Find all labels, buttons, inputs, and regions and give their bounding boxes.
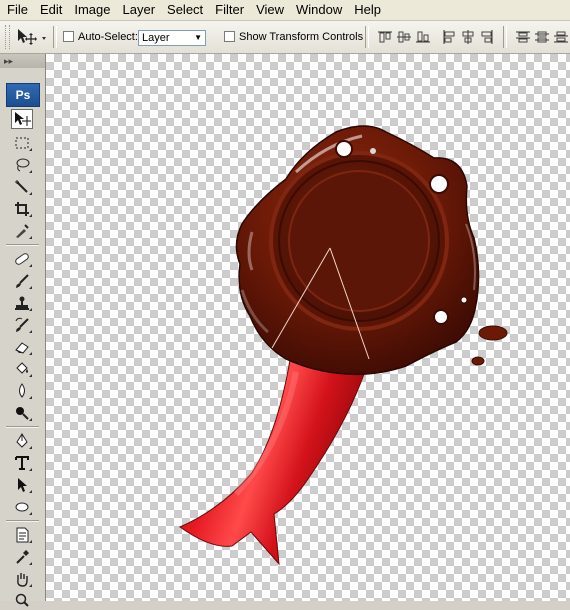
eyedropper-tool-2[interactable] bbox=[11, 547, 33, 567]
seal-hole bbox=[433, 309, 449, 325]
options-bar: Auto-Select: Layer ▼ Show Transform Cont… bbox=[0, 21, 570, 54]
eraser-icon bbox=[15, 342, 29, 354]
move-tool-icon bbox=[18, 29, 46, 45]
auto-select-label: Auto-Select: bbox=[78, 31, 138, 43]
menu-file[interactable]: File bbox=[0, 0, 34, 20]
magnifier-icon bbox=[15, 593, 29, 607]
type-icon bbox=[15, 456, 29, 470]
pen-icon bbox=[16, 433, 28, 448]
clone-stamp-tool[interactable] bbox=[11, 293, 33, 313]
history-brush-icon bbox=[15, 317, 29, 332]
eyedropper-icon bbox=[16, 550, 29, 564]
tool-preset-picker[interactable] bbox=[14, 27, 48, 47]
ribbon bbox=[178, 353, 365, 566]
document-canvas[interactable] bbox=[46, 54, 570, 601]
lasso-tool[interactable] bbox=[11, 155, 33, 175]
stamp-icon bbox=[15, 296, 29, 310]
marquee-tool[interactable] bbox=[11, 133, 33, 153]
grip-handle[interactable] bbox=[5, 25, 10, 49]
align-horizontal-centers-icon[interactable] bbox=[460, 29, 476, 45]
menu-window[interactable]: Window bbox=[290, 0, 348, 20]
brush-icon bbox=[16, 274, 29, 288]
auto-select-target-dropdown[interactable]: Layer ▼ bbox=[138, 30, 206, 46]
slice-icon bbox=[16, 224, 29, 238]
menu-bar: File Edit Image Layer Select Filter View… bbox=[0, 0, 570, 21]
zoom-tool[interactable] bbox=[11, 590, 33, 610]
dodge-icon bbox=[16, 407, 29, 420]
dodge-tool[interactable] bbox=[11, 403, 33, 423]
menu-image[interactable]: Image bbox=[68, 0, 116, 20]
tools-panel: ▸▸ Ps bbox=[0, 54, 46, 607]
wax-drip bbox=[478, 325, 508, 341]
magic-wand-icon bbox=[15, 180, 28, 193]
move-tool-icon bbox=[15, 112, 31, 126]
history-brush-tool[interactable] bbox=[11, 315, 33, 335]
type-tool[interactable] bbox=[11, 453, 33, 473]
blur-tool[interactable] bbox=[11, 381, 33, 401]
eraser-tool[interactable] bbox=[11, 337, 33, 357]
healing-brush-tool[interactable] bbox=[11, 249, 33, 269]
crop-tool[interactable] bbox=[11, 199, 33, 219]
menu-view[interactable]: View bbox=[250, 0, 290, 20]
lasso-icon bbox=[16, 158, 30, 172]
menu-edit[interactable]: Edit bbox=[34, 0, 68, 20]
wax-seal-artwork bbox=[178, 125, 508, 566]
ellipse-shape-icon bbox=[15, 502, 29, 512]
align-vertical-centers-icon[interactable] bbox=[396, 29, 412, 45]
auto-select-target-value: Layer bbox=[142, 32, 170, 44]
blur-icon bbox=[19, 383, 25, 398]
auto-select-checkbox[interactable] bbox=[63, 31, 74, 42]
wax-drip bbox=[471, 356, 485, 366]
path-selection-tool[interactable] bbox=[11, 475, 33, 495]
menu-layer[interactable]: Layer bbox=[117, 0, 162, 20]
seal-hole bbox=[335, 140, 353, 158]
align-top-edges-icon[interactable] bbox=[377, 29, 393, 45]
chevron-down-icon: ▼ bbox=[194, 33, 202, 42]
tools-panel-header[interactable]: ▸▸ bbox=[0, 54, 45, 68]
crop-icon bbox=[15, 202, 29, 216]
menu-select[interactable]: Select bbox=[161, 0, 209, 20]
shape-tool[interactable] bbox=[11, 497, 33, 517]
path-select-arrow-icon bbox=[18, 478, 27, 492]
show-transform-checkbox[interactable] bbox=[224, 31, 235, 42]
align-left-edges-icon[interactable] bbox=[441, 29, 457, 45]
move-tool[interactable] bbox=[11, 109, 33, 129]
eyedropper-tool[interactable] bbox=[11, 221, 33, 241]
menu-filter[interactable]: Filter bbox=[209, 0, 250, 20]
align-bottom-edges-icon[interactable] bbox=[415, 29, 431, 45]
seal-hole bbox=[429, 174, 449, 194]
brush-tool[interactable] bbox=[11, 271, 33, 291]
bandage-icon bbox=[15, 253, 29, 265]
hand-tool[interactable] bbox=[11, 569, 33, 589]
distribute-bottom-icon[interactable] bbox=[553, 29, 569, 45]
align-right-edges-icon[interactable] bbox=[479, 29, 495, 45]
notes-tool[interactable] bbox=[11, 525, 33, 545]
hand-icon bbox=[17, 573, 28, 587]
distribute-top-icon[interactable] bbox=[515, 29, 531, 45]
photoshop-logo[interactable]: Ps bbox=[6, 83, 40, 107]
menu-help[interactable]: Help bbox=[348, 0, 387, 20]
show-transform-label: Show Transform Controls bbox=[239, 31, 364, 43]
paint-bucket-tool[interactable] bbox=[11, 359, 33, 379]
distribute-vertical-centers-icon[interactable] bbox=[534, 29, 550, 45]
pen-tool[interactable] bbox=[11, 431, 33, 451]
magic-wand-tool[interactable] bbox=[11, 177, 33, 197]
paint-bucket-icon bbox=[16, 362, 28, 374]
rectangular-marquee-icon bbox=[15, 137, 29, 149]
note-icon bbox=[16, 527, 29, 543]
